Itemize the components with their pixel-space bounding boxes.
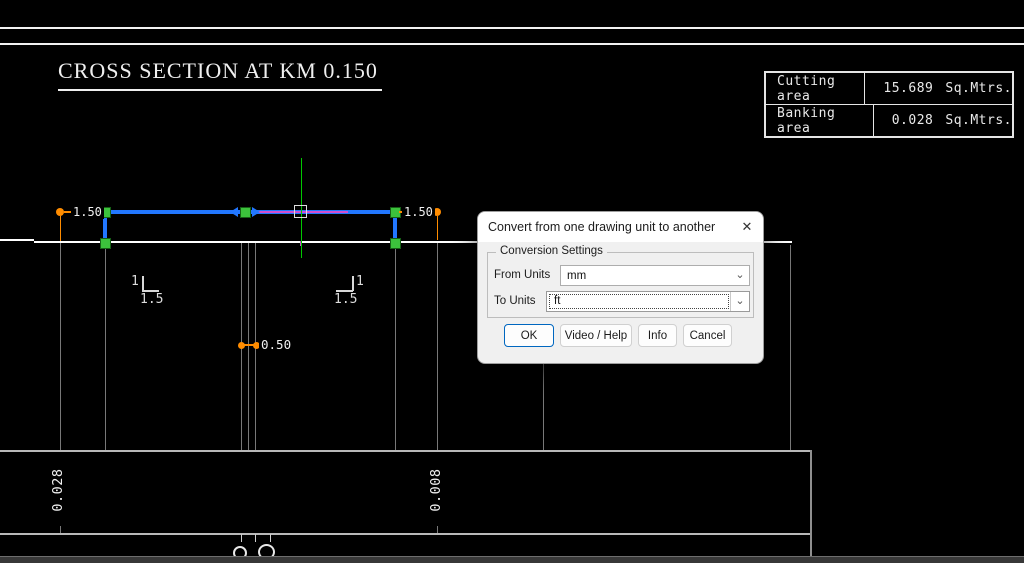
band-tick [270, 534, 271, 542]
band-tick [241, 534, 242, 542]
section-line [60, 243, 61, 451]
cutting-area-value: 15.689 Sq.Mtrs. [865, 81, 1012, 96]
grip-handle[interactable] [100, 238, 111, 249]
banking-area-number: 0.028 [892, 113, 934, 128]
sheet-border-line [0, 43, 1024, 45]
dimension-extension-line [60, 216, 62, 241]
slope-rise-label: 1 [356, 275, 364, 289]
dimension-text: 1.50 [71, 205, 104, 219]
grip-stretch-arrow-right [252, 207, 260, 217]
cursor-pickbox [294, 205, 307, 218]
window-bottom-bar [0, 556, 1024, 563]
video-help-button[interactable]: Video / Help [560, 324, 632, 347]
cutting-area-label: Cutting area [766, 73, 865, 104]
offset-label: 0.008 [428, 460, 444, 520]
sheet-border-line-top [0, 27, 1024, 29]
dimension-text: 1.50 [402, 205, 435, 219]
area-table: Cutting area 15.689 Sq.Mtrs. Banking are… [764, 71, 1014, 138]
from-units-select[interactable]: mm ⌄ [560, 265, 750, 286]
table-row: Banking area 0.028 Sq.Mtrs. [766, 104, 1012, 136]
cad-canvas: CROSS SECTION AT KM 0.150 Cutting area 1… [0, 0, 1024, 563]
from-units-value: mm [561, 270, 731, 282]
close-icon[interactable]: ✕ [731, 212, 763, 242]
cutting-area-unit: Sq.Mtrs. [945, 81, 1012, 96]
band-top-line [0, 450, 811, 452]
dialog-title: Convert from one drawing unit to another [478, 220, 715, 234]
ok-button[interactable]: OK [504, 324, 554, 347]
cancel-button[interactable]: Cancel [683, 324, 732, 347]
grip-handle[interactable] [390, 238, 401, 249]
banking-area-unit: Sq.Mtrs. [945, 113, 1012, 128]
chevron-down-icon: ⌄ [730, 292, 749, 311]
section-line [105, 243, 106, 451]
section-line [248, 243, 249, 451]
band-tick [60, 526, 61, 533]
band-right-line [810, 450, 812, 556]
grip-handle-midpoint[interactable] [240, 207, 251, 218]
dimension-point [56, 208, 64, 216]
offset-label: 0.028 [50, 460, 66, 520]
unit-convert-dialog: Convert from one drawing unit to another… [477, 211, 764, 364]
from-units-label: From Units [494, 269, 550, 281]
slope-rise-label: 1 [131, 275, 139, 289]
section-line [437, 243, 438, 451]
banking-area-label: Banking area [766, 105, 874, 136]
drawing-title: CROSS SECTION AT KM 0.150 [58, 58, 382, 91]
section-line [790, 245, 791, 451]
slope-symbol-line [142, 276, 144, 291]
grip-stretch-arrow-left [230, 207, 238, 217]
to-units-label: To Units [494, 295, 536, 307]
band-tick [255, 534, 256, 542]
info-button[interactable]: Info [638, 324, 677, 347]
slope-run-label: 1.5 [334, 293, 357, 307]
section-line [395, 243, 396, 451]
chevron-down-icon: ⌄ [731, 266, 749, 285]
cutting-area-number: 15.689 [883, 81, 933, 96]
band-bottom-line [0, 533, 811, 535]
banking-area-value: 0.028 Sq.Mtrs. [874, 113, 1012, 128]
table-row: Cutting area 15.689 Sq.Mtrs. [766, 73, 1012, 104]
dimension-text: 0.50 [259, 338, 293, 352]
grip-handle[interactable] [390, 207, 401, 218]
to-units-select[interactable]: ft ⌄ [546, 291, 750, 312]
conversion-settings-group: Conversion Settings From Units mm ⌄ To U… [487, 252, 754, 318]
ground-line-segment [0, 239, 34, 241]
dialog-titlebar[interactable]: Convert from one drawing unit to another… [478, 212, 763, 242]
group-label: Conversion Settings [496, 245, 607, 257]
slope-run-label: 1.5 [140, 293, 163, 307]
dimension-extension-line [437, 216, 439, 240]
slope-symbol-line [352, 276, 354, 291]
to-units-value: ft [548, 293, 730, 310]
dimension-line [241, 344, 257, 346]
band-tick [437, 526, 438, 533]
